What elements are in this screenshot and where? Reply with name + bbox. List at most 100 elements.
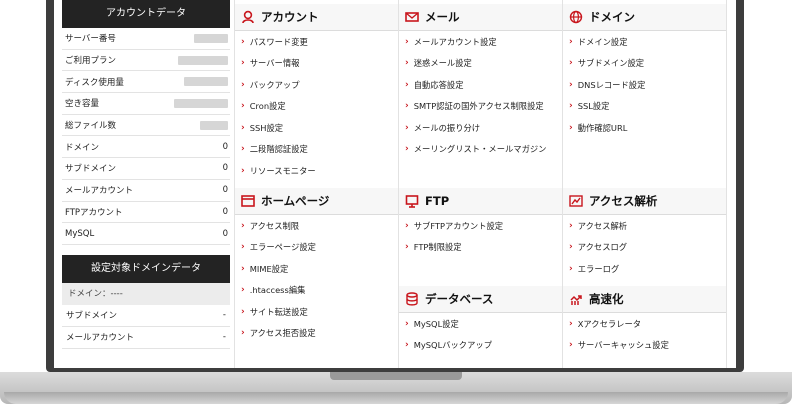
laptop-notch	[330, 372, 462, 380]
sidebar-row-disk-usage: ディスク使用量	[62, 71, 230, 94]
chevron-right-icon: ›	[569, 101, 573, 112]
menu-item-ssl[interactable]: › SSL設定	[563, 96, 726, 118]
menu-item-sub-ftp[interactable]: › サブFTPアカウント設定	[399, 215, 562, 237]
chevron-right-icon: ›	[569, 340, 573, 351]
menu-grid: アカウント › パスワード変更 › サーバー情報 › バックアップ › Cron設定 ›…	[234, 0, 727, 368]
speed-arrows-icon	[570, 295, 582, 305]
section-domain: ドメイン › ドメイン設定 › サブドメイン設定 › DNSレコード設定 › SSL設定…	[563, 4, 726, 139]
menu-item-site-redirect[interactable]: › サイト転送設定	[235, 301, 398, 323]
monitor-icon	[405, 195, 419, 208]
section-account-header: アカウント	[235, 4, 398, 31]
chevron-right-icon: ›	[569, 220, 573, 231]
sidebar-row-ftp-account: FTPアカウント 0	[62, 202, 230, 224]
menu-column-1: アカウント › パスワード変更 › サーバー情報 › バックアップ › Cron設定 ›…	[234, 0, 398, 368]
chevron-right-icon: ›	[241, 328, 245, 339]
chevron-right-icon: ›	[241, 165, 245, 176]
menu-item-x-accelerator[interactable]: › Xアクセラレータ	[563, 313, 726, 335]
menu-item-resource-monitor[interactable]: › リソースモニター	[235, 160, 398, 182]
menu-item-mail-filter[interactable]: › メールの振り分け	[399, 117, 562, 139]
section-homepage-header: ホームページ	[235, 188, 398, 215]
chevron-right-icon: ›	[405, 220, 409, 231]
sidebar-row-domain: ドメイン 0	[62, 136, 230, 159]
chevron-right-icon: ›	[241, 58, 245, 69]
chevron-right-icon: ›	[569, 36, 573, 47]
redacted-value	[174, 98, 228, 108]
section-analytics-header: アクセス解析	[563, 188, 726, 215]
menu-item-ftp-restriction[interactable]: › FTP制限設定	[399, 237, 562, 259]
section-ftp: FTP › サブFTPアカウント設定 › FTP制限設定	[399, 188, 562, 258]
chevron-right-icon: ›	[405, 144, 409, 155]
menu-column-2: メール › メールアカウント設定 › 迷惑メール設定 › 自動応答設定 › SMTP認証…	[398, 0, 562, 368]
sidebar-row-free-space: 空き容量	[62, 93, 230, 115]
redacted-value	[200, 120, 228, 130]
chevron-right-icon: ›	[241, 220, 245, 231]
chevron-right-icon: ›	[405, 58, 409, 69]
menu-item-access-restriction[interactable]: › アクセス制限	[235, 215, 398, 237]
section-mail: メール › メールアカウント設定 › 迷惑メール設定 › 自動応答設定 › SMTP認証…	[399, 4, 562, 160]
user-icon	[242, 10, 254, 24]
chevron-right-icon: ›	[405, 101, 409, 112]
chevron-right-icon: ›	[405, 122, 409, 133]
sidebar-row-mysql: MySQL 0	[62, 223, 230, 245]
menu-item-mail-account[interactable]: › メールアカウント設定	[399, 31, 562, 53]
chevron-right-icon: ›	[405, 36, 409, 47]
section-ftp-header: FTP	[399, 188, 562, 215]
menu-item-htaccess[interactable]: › .htaccess編集	[235, 280, 398, 302]
redacted-value	[194, 33, 228, 43]
menu-item-mysql[interactable]: › MySQL設定	[399, 313, 562, 335]
screen: アカウントデータ サーバー番号 ご利用プラン ディスク使用量 空き容量 総ファイ…	[54, 0, 736, 368]
chart-icon	[569, 195, 583, 207]
sidebar-row-mail-account: メールアカウント 0	[62, 180, 230, 202]
menu-column-3: ドメイン › ドメイン設定 › サブドメイン設定 › DNSレコード設定 › SSL設定…	[562, 0, 727, 368]
chevron-right-icon: ›	[241, 263, 245, 274]
menu-item-server-cache[interactable]: › サーバーキャッシュ設定	[563, 335, 726, 357]
menu-item-2fa[interactable]: › 二段階認証設定	[235, 139, 398, 161]
chevron-right-icon: ›	[241, 306, 245, 317]
menu-item-password-change[interactable]: › パスワード変更	[235, 31, 398, 53]
menu-item-backup[interactable]: › バックアップ	[235, 74, 398, 96]
chevron-right-icon: ›	[569, 122, 573, 133]
menu-item-cron[interactable]: › Cron設定	[235, 96, 398, 118]
chevron-right-icon: ›	[241, 285, 245, 296]
section-analytics: アクセス解析 › アクセス解析 › アクセスログ › エラーログ	[563, 188, 726, 280]
menu-item-smtp-restriction[interactable]: › SMTP認証の国外アクセス制限設定	[399, 96, 562, 118]
menu-item-test-url[interactable]: › 動作確認URL	[563, 117, 726, 139]
menu-item-mysql-backup[interactable]: › MySQLバックアップ	[399, 335, 562, 357]
menu-item-error-log[interactable]: › エラーログ	[563, 258, 726, 280]
menu-item-server-info[interactable]: › サーバー情報	[235, 53, 398, 75]
window-icon	[241, 195, 255, 207]
chevron-right-icon: ›	[569, 58, 573, 69]
section-database: データベース › MySQL設定 › MySQLバックアップ	[399, 286, 562, 356]
section-domain-header: ドメイン	[563, 4, 726, 31]
menu-item-ssh[interactable]: › SSH設定	[235, 117, 398, 139]
chevron-right-icon: ›	[241, 122, 245, 133]
menu-item-access-deny[interactable]: › アクセス拒否設定	[235, 323, 398, 345]
chevron-right-icon: ›	[241, 144, 245, 155]
chevron-right-icon: ›	[569, 242, 573, 253]
section-mail-header: メール	[399, 4, 562, 31]
domain-data-header: 設定対象ドメインデータ	[62, 254, 230, 283]
menu-item-access-log[interactable]: › アクセスログ	[563, 237, 726, 259]
chevron-right-icon: ›	[405, 79, 409, 90]
chevron-right-icon: ›	[241, 242, 245, 253]
sidebar: アカウントデータ サーバー番号 ご利用プラン ディスク使用量 空き容量 総ファイ…	[62, 0, 230, 368]
menu-item-dns[interactable]: › DNSレコード設定	[563, 74, 726, 96]
sidebar-row-file-count: 総ファイル数	[62, 115, 230, 137]
menu-item-spam[interactable]: › 迷惑メール設定	[399, 53, 562, 75]
menu-item-error-page[interactable]: › エラーページ設定	[235, 237, 398, 259]
chevron-right-icon: ›	[569, 263, 573, 274]
section-homepage: ホームページ › アクセス制限 › エラーページ設定 › MIME設定 › .htacc…	[235, 188, 398, 344]
menu-item-subdomain-settings[interactable]: › サブドメイン設定	[563, 53, 726, 75]
laptop-base-shadow	[4, 392, 788, 404]
menu-item-domain-settings[interactable]: › ドメイン設定	[563, 31, 726, 53]
menu-item-mime[interactable]: › MIME設定	[235, 258, 398, 280]
chevron-right-icon: ›	[241, 36, 245, 47]
chevron-right-icon: ›	[241, 101, 245, 112]
chevron-right-icon: ›	[405, 340, 409, 351]
menu-item-mailing-list[interactable]: › メーリングリスト・メールマガジン	[399, 139, 562, 161]
menu-item-access-analytics[interactable]: › アクセス解析	[563, 215, 726, 237]
redacted-value	[184, 77, 228, 87]
redacted-value	[178, 55, 228, 65]
menu-item-auto-reply[interactable]: › 自動応答設定	[399, 74, 562, 96]
chevron-right-icon: ›	[241, 79, 245, 90]
